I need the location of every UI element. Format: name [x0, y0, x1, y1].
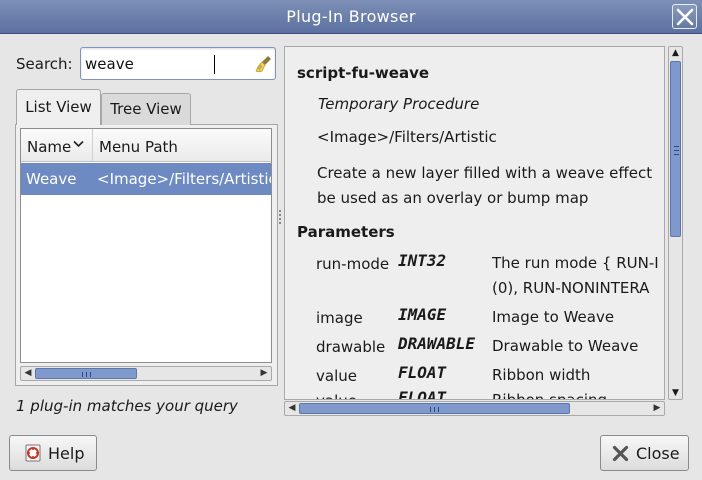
- procedure-details: script-fu-weave Temporary Procedure <Ima…: [284, 46, 665, 400]
- close-icon: [612, 445, 629, 462]
- param-name: value: [316, 367, 357, 385]
- tab-list-view[interactable]: List View: [16, 89, 101, 125]
- close-button-label: Close: [636, 444, 680, 463]
- tab-tree-view-label: Tree View: [110, 100, 182, 118]
- param-desc: Ribbon spacing: [492, 391, 608, 400]
- param-type: INT32: [398, 251, 447, 270]
- scroll-up-arrow-icon[interactable]: ▲: [670, 47, 681, 59]
- param-type: FLOAT: [398, 363, 447, 382]
- search-field[interactable]: [80, 47, 276, 80]
- scroll-down-arrow-icon[interactable]: ▼: [670, 387, 681, 399]
- text-caret: [214, 55, 215, 74]
- param-desc: Ribbon width: [492, 366, 591, 384]
- column-header-menu-path[interactable]: Menu Path: [93, 129, 271, 162]
- help-icon: [25, 444, 41, 462]
- window-close-button[interactable]: [672, 4, 697, 29]
- grip-icon: [430, 407, 439, 412]
- close-icon: [676, 8, 694, 26]
- param-type: DRAWABLE: [398, 334, 476, 353]
- param-name: value: [316, 392, 357, 399]
- details-vertical-scrollbar[interactable]: ▲ ▼: [668, 46, 683, 400]
- param-desc-line: The run mode { RUN-I: [492, 254, 659, 272]
- description-line: Create a new layer filled with a weave e…: [317, 164, 653, 182]
- help-button[interactable]: Help: [9, 435, 97, 471]
- row-menu-path: <Image>/Filters/Artistic: [97, 170, 271, 188]
- param-desc: Image to Weave: [492, 308, 615, 326]
- param-type: FLOAT: [398, 388, 447, 400]
- procedure-name: script-fu-weave: [297, 64, 430, 82]
- grip-icon: [82, 372, 91, 377]
- search-input[interactable]: [85, 53, 253, 75]
- param-desc: Drawable to Weave: [492, 337, 639, 355]
- list-horizontal-scrollbar[interactable]: ◀ ▶: [20, 366, 272, 381]
- tab-list-view-label: List View: [25, 98, 92, 116]
- window-title: Plug-In Browser: [286, 7, 416, 26]
- column-name-label: Name: [27, 138, 72, 156]
- scroll-right-arrow-icon[interactable]: ▶: [258, 368, 270, 379]
- details-hscroll-thumb[interactable]: [299, 403, 570, 414]
- param-type: IMAGE: [398, 305, 447, 324]
- column-header-name[interactable]: Name: [21, 129, 93, 162]
- tab-tree-view[interactable]: Tree View: [101, 93, 191, 125]
- help-button-label: Help: [48, 444, 85, 463]
- title-bar: Plug-In Browser: [0, 0, 702, 34]
- description-line: be used as an overlay or bump map: [317, 189, 589, 207]
- scroll-left-arrow-icon[interactable]: ◀: [286, 403, 298, 414]
- param-name: run-mode: [316, 255, 390, 273]
- param-desc: The run mode { RUN-I (0), RUN-NONINTERA: [492, 251, 659, 301]
- procedure-menu-path: <Image>/Filters/Artistic: [317, 128, 497, 146]
- scroll-right-arrow-icon[interactable]: ▶: [651, 403, 663, 414]
- row-name: Weave: [26, 170, 77, 188]
- clear-search-icon[interactable]: [254, 54, 274, 74]
- search-label: Search:: [16, 55, 73, 73]
- list-row[interactable]: Weave <Image>/Filters/Artistic: [21, 163, 271, 195]
- details-vscroll-thumb[interactable]: [670, 61, 681, 237]
- plugin-list[interactable]: Name Menu Path Weave <Image>/Filters/Art…: [20, 128, 272, 363]
- param-desc-line: (0), RUN-NONINTERA: [492, 279, 650, 297]
- grip-icon: [674, 146, 679, 155]
- match-count-text: 1 plug-in matches your query: [16, 397, 238, 415]
- pane-splitter-handle[interactable]: [279, 210, 282, 224]
- parameters-heading: Parameters: [297, 223, 395, 241]
- scroll-left-arrow-icon[interactable]: ◀: [22, 368, 34, 379]
- param-name: image: [316, 309, 363, 327]
- details-horizontal-scrollbar[interactable]: ◀ ▶: [284, 401, 665, 416]
- sort-chevron-down-icon: [73, 140, 84, 148]
- close-button[interactable]: Close: [600, 435, 689, 471]
- column-menu-path-label: Menu Path: [99, 138, 178, 156]
- list-scroll-thumb[interactable]: [35, 368, 137, 379]
- procedure-description: Create a new layer filled with a weave e…: [317, 161, 652, 211]
- procedure-type: Temporary Procedure: [318, 95, 480, 113]
- param-name: drawable: [316, 338, 386, 356]
